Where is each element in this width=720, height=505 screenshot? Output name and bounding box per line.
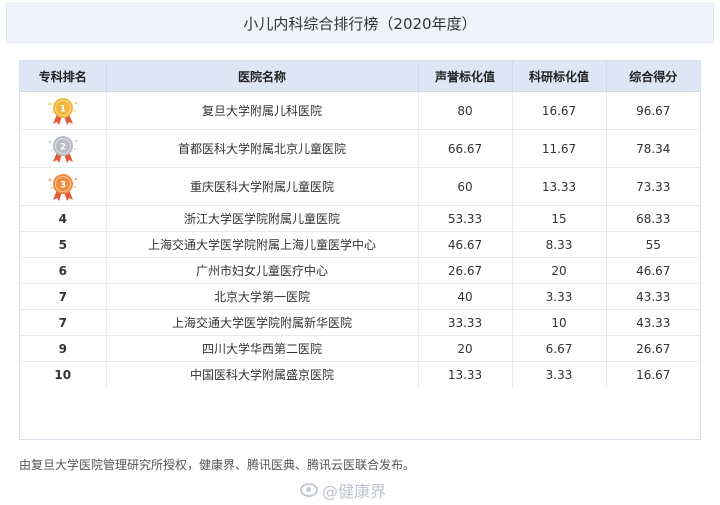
cell-hospital-name: 中国医科大学附属盛京医院 xyxy=(106,361,419,387)
cell-reputation-value: 60 xyxy=(418,167,513,206)
cell-research-value: 11.67 xyxy=(512,129,607,168)
cell-hospital-name: 重庆医科大学附属儿童医院 xyxy=(106,167,419,206)
cell-research-value: 6.67 xyxy=(512,335,607,362)
cell-reputation-value: 53.33 xyxy=(418,205,513,232)
cell-research-value: 15 xyxy=(512,205,607,232)
ranking-table-container: 专科排名 医院名称 声誉标化值 科研标化值 综合得分 1 复旦大学附属儿科医院 80… xyxy=(19,60,701,440)
cell-hospital-name: 浙江大学医学院附属儿童医院 xyxy=(106,205,419,232)
page-title: 小儿内科综合排行榜（2020年度） xyxy=(243,14,477,33)
cell-reputation-value: 80 xyxy=(418,91,513,130)
watermark: @健康界 xyxy=(300,478,386,502)
cell-rank: 5 xyxy=(20,231,107,258)
column-header-reputation: 声誉标化值 xyxy=(418,61,513,92)
cell-total-score: 16.67 xyxy=(636,367,671,382)
cell-total-score: 78.34 xyxy=(606,129,700,168)
medal-number: 1 xyxy=(60,104,66,114)
column-header-rank: 专科排名 xyxy=(20,61,107,92)
cell-research-value: 20 xyxy=(512,257,607,284)
cell-total-score: 43.33 xyxy=(606,309,700,336)
medal-number: 3 xyxy=(60,180,66,190)
cell-research-value: 8.33 xyxy=(512,231,607,258)
cell-hospital-name: 上海交通大学医学院附属上海儿童医学中心 xyxy=(106,231,419,258)
silver-medal-icon: 2 xyxy=(48,135,77,163)
table-row: 5 上海交通大学医学院附属上海儿童医学中心 46.67 8.33 55 xyxy=(20,231,700,258)
cell-reputation-value: 26.67 xyxy=(418,257,513,284)
cell-research-value: 13.33 xyxy=(512,167,607,206)
cell-rank: 7 xyxy=(20,309,107,336)
cell-reputation-value: 46.67 xyxy=(418,231,513,258)
cell-research-value: 3.33 xyxy=(512,361,607,387)
table-row: 1 复旦大学附属儿科医院 80 16.67 96.67 xyxy=(20,91,700,130)
cell-rank: 7 xyxy=(20,283,107,310)
table-row: 2 首都医科大学附属北京儿童医院 66.67 11.67 78.34 xyxy=(20,129,700,168)
table-row: 4 浙江大学医学院附属儿童医院 53.33 15 68.33 xyxy=(20,205,700,232)
bronze-medal-icon: 3 xyxy=(48,173,77,201)
cell-rank: 2 xyxy=(20,129,107,168)
column-header-research: 科研标化值 xyxy=(512,61,607,92)
cell-hospital-name: 首都医科大学附属北京儿童医院 xyxy=(106,129,419,168)
table-row: 10 中国医科大学附属盛京医院 13.33 3.33 16.67 xyxy=(20,361,700,387)
table-row: 6 广州市妇女儿童医疗中心 26.67 20 46.67 xyxy=(20,257,700,284)
footer-note: 由复旦大学医院管理研究所授权，健康界、腾讯医典、腾讯云医联合发布。 xyxy=(19,458,416,472)
table-header-row: 专科排名 医院名称 声誉标化值 科研标化值 综合得分 xyxy=(20,61,700,92)
cell-reputation-value: 66.67 xyxy=(418,129,513,168)
cell-rank: 1 xyxy=(20,91,107,130)
weibo-icon xyxy=(300,483,318,497)
ranking-table: 专科排名 医院名称 声誉标化值 科研标化值 综合得分 1 复旦大学附属儿科医院 80… xyxy=(20,61,700,387)
medal-number: 2 xyxy=(60,142,66,152)
cell-rank: 3 xyxy=(20,167,107,206)
cell-reputation-value: 13.33 xyxy=(418,361,513,387)
cell-rank: 4 xyxy=(20,205,107,232)
cell-reputation-value: 33.33 xyxy=(418,309,513,336)
cell-total-score: 43.33 xyxy=(606,283,700,310)
cell-hospital-name: 复旦大学附属儿科医院 xyxy=(106,91,419,130)
cell-research-value: 16.67 xyxy=(512,91,607,130)
table-row: 7 上海交通大学医学院附属新华医院 33.33 10 43.33 xyxy=(20,309,700,336)
column-header-hospital: 医院名称 xyxy=(106,61,419,92)
cell-rank: 10 xyxy=(20,361,107,387)
cell-reputation-value: 20 xyxy=(418,335,513,362)
column-header-score: 综合得分 xyxy=(606,61,700,92)
cell-reputation-value: 40 xyxy=(418,283,513,310)
watermark-text: @健康界 xyxy=(322,482,387,501)
cell-hospital-name: 广州市妇女儿童医疗中心 xyxy=(106,257,419,284)
cell-total-score: 55 xyxy=(606,231,700,258)
table-row: 3 重庆医科大学附属儿童医院 60 13.33 73.33 xyxy=(20,167,700,206)
cell-rank: 9 xyxy=(20,335,107,362)
cell-hospital-name: 北京大学第一医院 xyxy=(106,283,419,310)
cell-total-score: 68.33 xyxy=(606,205,700,232)
cell-research-value: 10 xyxy=(512,309,607,336)
cell-hospital-name: 四川大学华西第二医院 xyxy=(106,335,419,362)
cell-total-score: 46.67 xyxy=(606,257,700,284)
cell-research-value: 3.33 xyxy=(512,283,607,310)
page-header: 小儿内科综合排行榜（2020年度） xyxy=(6,3,714,43)
cell-rank: 6 xyxy=(20,257,107,284)
table-row: 7 北京大学第一医院 40 3.33 43.33 xyxy=(20,283,700,310)
table-row: 9 四川大学华西第二医院 20 6.67 26.67 xyxy=(20,335,700,362)
gold-medal-icon: 1 xyxy=(48,97,77,125)
cell-total-score: 73.33 xyxy=(606,167,700,206)
cell-total-score: 96.67 xyxy=(606,91,700,130)
cell-total-score: 26.67 xyxy=(606,335,700,362)
cell-hospital-name: 上海交通大学医学院附属新华医院 xyxy=(106,309,419,336)
